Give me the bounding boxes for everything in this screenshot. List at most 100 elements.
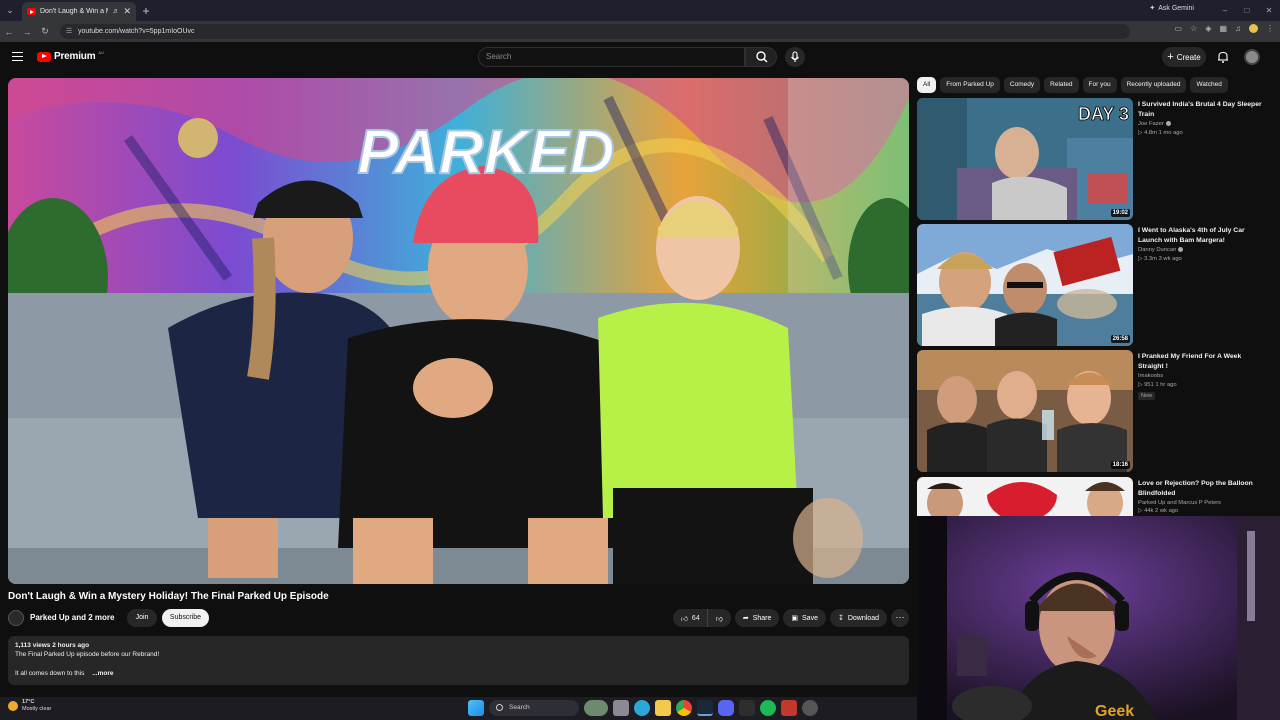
bookmark-star-icon[interactable]: ☆ xyxy=(1190,24,1197,33)
search-button[interactable] xyxy=(745,47,777,67)
share-arrow-icon: ➦ xyxy=(742,615,749,622)
video-thumbnail[interactable]: DAY 3 19:02 xyxy=(917,98,1133,220)
profile-icon[interactable] xyxy=(1249,24,1258,33)
menu-kebab-icon[interactable]: ⋮ xyxy=(1266,24,1274,33)
youtube-favicon-icon xyxy=(27,8,36,15)
close-window-icon[interactable]: ✕ xyxy=(1258,0,1280,21)
video-thumbnail[interactable]: 26:58 xyxy=(917,224,1133,346)
like-button[interactable]: 👍︎ 64 xyxy=(673,609,708,627)
verified-badge-icon xyxy=(1165,121,1171,126)
chip-recently-uploaded[interactable]: Recently uploaded xyxy=(1120,77,1187,93)
back-icon[interactable]: ← xyxy=(0,27,18,37)
weather-widget[interactable]: 17°C Mostly clear xyxy=(8,699,51,713)
minimize-icon[interactable]: – xyxy=(1214,0,1236,21)
widgets-icon[interactable] xyxy=(584,700,608,716)
media-icon[interactable]: ♫ xyxy=(1235,24,1241,33)
save-button[interactable]: ▣ Save xyxy=(783,609,826,627)
cast-icon[interactable]: ▭ xyxy=(1175,24,1183,33)
site-info-icon[interactable]: ☰ xyxy=(66,24,72,39)
recommendation-channel[interactable]: Joe Fazer xyxy=(1138,121,1171,127)
puzzle-icon[interactable]: ▦ xyxy=(1219,24,1227,33)
file-explorer-icon[interactable] xyxy=(655,700,671,716)
windows-start-icon[interactable] xyxy=(468,700,484,716)
plus-icon: + xyxy=(1167,51,1174,63)
recommendation-title[interactable]: I Survived India's Brutal 4 Day Sleeper … xyxy=(1138,100,1266,119)
taskbar-search[interactable]: Search xyxy=(489,700,579,716)
recommendation-stats: ▷ 951 1 hr ago xyxy=(1138,382,1177,388)
view-count-date: 1,113 views 2 hours ago xyxy=(15,642,90,649)
share-button[interactable]: ➦ Share xyxy=(734,609,780,627)
recommendation-card[interactable]: 18:16 I Pranked My Friend For A Week Str… xyxy=(917,350,1267,472)
dislike-button[interactable]: 👎︎ xyxy=(708,609,731,627)
browser-tab-active[interactable]: Don't Laugh & Win a Myste ♬ ✕ xyxy=(22,2,136,21)
thumbs-up-icon: 👍︎ xyxy=(680,615,688,623)
edge-browser-icon[interactable] xyxy=(634,700,650,716)
app-icon[interactable] xyxy=(781,700,797,716)
more-actions-button[interactable]: ⋯ xyxy=(891,609,909,627)
reload-icon[interactable]: ↻ xyxy=(36,26,54,37)
video-duration: 26:58 xyxy=(1110,335,1130,343)
menu-icon[interactable] xyxy=(12,52,23,61)
recommendation-channel[interactable]: Parked Up and Marcus P Peters xyxy=(1138,500,1221,506)
description-box[interactable]: 1,113 views 2 hours ago The Final Parked… xyxy=(8,636,909,685)
maximize-icon[interactable]: □ xyxy=(1236,0,1258,21)
chip-from-parked-up[interactable]: From Parked Up xyxy=(940,77,1000,93)
video-player[interactable]: PARKED xyxy=(8,78,909,584)
recommendation-card[interactable]: Love or Rejection? Pop the Balloon Blind… xyxy=(917,477,1267,517)
join-button[interactable]: Join xyxy=(127,609,157,627)
download-button[interactable]: ↧ Download xyxy=(829,609,887,627)
task-view-icon[interactable] xyxy=(613,700,629,716)
url-bar[interactable]: ☰ youtube.com/watch?v=5pp1mIoOUvc xyxy=(60,24,1130,39)
show-more-link[interactable]: ...more xyxy=(92,670,113,677)
stats-label: 44k 2 wk ago xyxy=(1144,508,1179,514)
tab-search-icon[interactable]: ⌄ xyxy=(0,0,20,21)
steam-icon[interactable] xyxy=(697,700,713,716)
chip-comedy[interactable]: Comedy xyxy=(1003,77,1041,93)
search-input[interactable]: Search xyxy=(478,47,745,67)
weather-desc: Mostly clear xyxy=(22,706,52,712)
chip-all[interactable]: All xyxy=(917,77,937,93)
chrome-icon[interactable] xyxy=(676,700,692,716)
screen: ⌄ Don't Laugh & Win a Myste ♬ ✕ + ✦ Ask … xyxy=(0,0,1280,720)
new-tab-button[interactable]: + xyxy=(136,4,156,18)
spotify-icon[interactable] xyxy=(760,700,776,716)
recommendation-title[interactable]: I Pranked My Friend For A Week Straight … xyxy=(1138,352,1266,371)
create-label: Create xyxy=(1176,52,1201,62)
ask-gemini-button[interactable]: ✦ Ask Gemini xyxy=(1149,4,1194,13)
forward-icon[interactable]: → xyxy=(18,27,36,37)
chip-related[interactable]: Related xyxy=(1044,77,1079,93)
video-thumbnail[interactable]: 18:16 xyxy=(917,350,1133,472)
owner-row: Parked Up and 2 more Join Subscribe 👍︎ 6… xyxy=(8,609,909,627)
create-button[interactable]: + Create xyxy=(1162,47,1206,67)
weather-text: 17°C Mostly clear xyxy=(22,699,51,713)
address-toolbar: ← → ↻ ☰ youtube.com/watch?v=5pp1mIoOUvc … xyxy=(0,21,1280,42)
video-thumbnail[interactable] xyxy=(917,477,1133,517)
voice-search-button[interactable] xyxy=(785,47,805,67)
save-label: Save xyxy=(802,614,818,622)
microphone-icon xyxy=(791,51,799,62)
recommendation-channel[interactable]: Danny Duncan xyxy=(1138,247,1184,253)
url-text: youtube.com/watch?v=5pp1mIoOUvc xyxy=(78,28,195,35)
settings-gear-icon[interactable] xyxy=(802,700,818,716)
recommendation-title[interactable]: Love or Rejection? Pop the Balloon Blind… xyxy=(1138,479,1266,498)
terminal-icon[interactable] xyxy=(739,700,755,716)
account-avatar[interactable] xyxy=(1244,49,1260,65)
youtube-logo[interactable]: Premium AU xyxy=(37,50,104,62)
channel-name[interactable]: Parked Up and 2 more xyxy=(30,613,114,622)
discord-icon[interactable] xyxy=(718,700,734,716)
recommendation-card[interactable]: 26:58 I Went to Alaska's 4th of July Car… xyxy=(917,224,1267,346)
subscribe-button[interactable]: Subscribe xyxy=(162,609,209,627)
chip-watched[interactable]: Watched xyxy=(1190,77,1228,93)
chip-for-you[interactable]: For you xyxy=(1082,77,1117,93)
speaker-icon[interactable]: ♬ xyxy=(112,8,119,15)
recommendation-title[interactable]: I Went to Alaska's 4th of July Car Launc… xyxy=(1138,226,1266,245)
channel-avatar[interactable] xyxy=(8,610,24,626)
thumbnail-image xyxy=(917,477,1133,517)
extension-icon[interactable]: ◈ xyxy=(1205,24,1211,33)
recommendation-card[interactable]: DAY 3 19:02 I Survived India's Brutal 4 … xyxy=(917,98,1267,220)
download-icon: ↧ xyxy=(837,615,844,622)
notifications-bell-icon[interactable] xyxy=(1216,50,1230,64)
recommendation-channel[interactable]: Imakoobs xyxy=(1138,373,1163,379)
close-tab-icon[interactable]: ✕ xyxy=(123,6,131,17)
bookmark-icon: ▣ xyxy=(791,615,799,622)
